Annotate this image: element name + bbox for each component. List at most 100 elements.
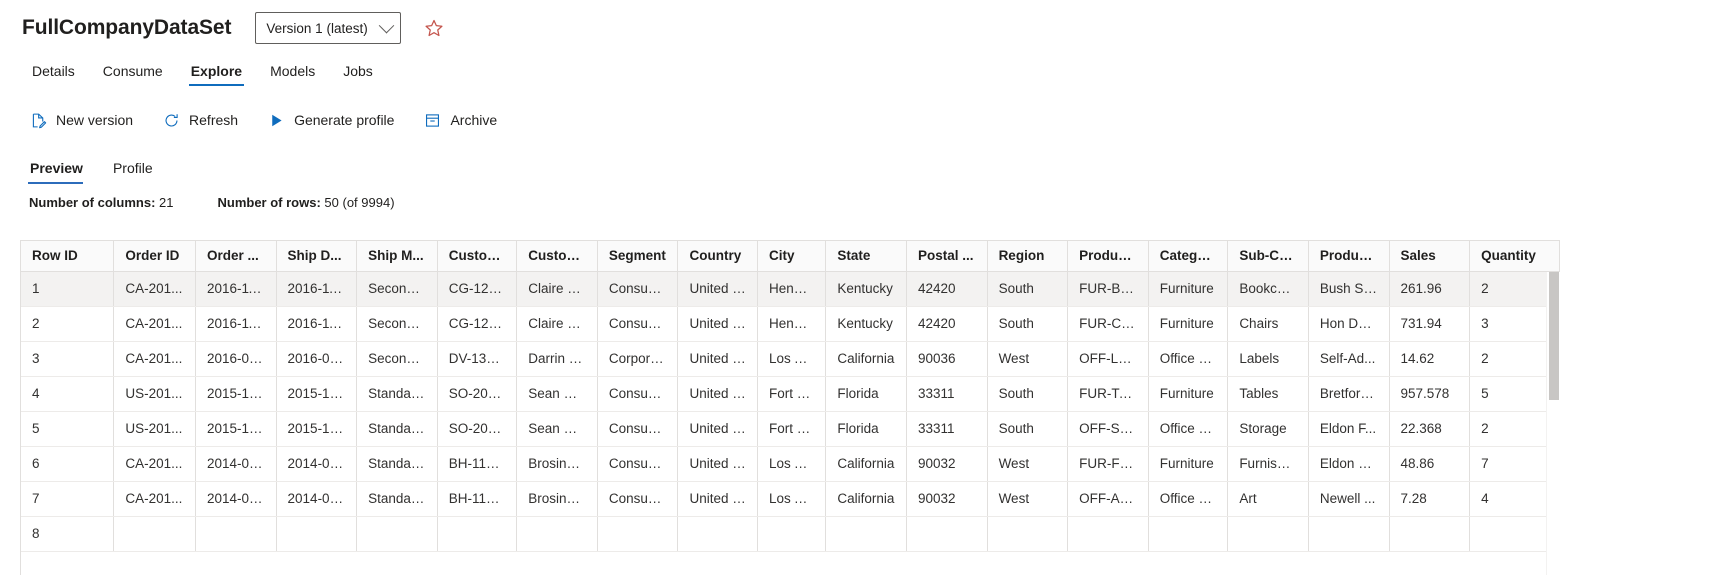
column-header[interactable]: Postal ... [906, 241, 988, 272]
table-cell: Los Ang... [757, 446, 827, 482]
table-cell: Storage [1227, 411, 1309, 447]
table-cell: Claire G... [516, 306, 598, 342]
table-cell [1067, 516, 1149, 552]
data-preview-grid[interactable]: Row ID Order ID Order ... Ship D... Ship M..… [20, 240, 1560, 575]
table-cell: 4 [21, 376, 115, 412]
table-cell [1148, 516, 1229, 552]
table-cell: Brosina ... [516, 481, 598, 517]
column-header[interactable]: Segment [597, 241, 679, 272]
table-cell: 2015-10... [195, 411, 277, 447]
refresh-button[interactable]: Refresh [159, 108, 250, 133]
table-cell: Claire G... [516, 271, 598, 307]
table-cell: 2016-11... [276, 271, 358, 307]
column-header[interactable]: Row ID [21, 241, 115, 272]
table-cell: FUR-CH... [1067, 306, 1149, 342]
table-cell: South [987, 411, 1069, 447]
column-header[interactable]: Sub-Ca... [1227, 241, 1309, 272]
table-cell: 42420 [906, 306, 988, 342]
column-header[interactable]: Produc... [1067, 241, 1149, 272]
column-header[interactable]: Category [1148, 241, 1229, 272]
table-cell: CG-12520 [437, 271, 518, 307]
dataset-explore-page: FullCompanyDataSet Version 1 (latest) De… [0, 0, 1718, 575]
generate-profile-button[interactable]: Generate profile [264, 108, 406, 133]
table-cell: Bookcas... [1227, 271, 1309, 307]
table-cell: Labels [1227, 341, 1309, 377]
table-cell: Standar... [356, 411, 438, 447]
table-cell: FUR-FU-... [1067, 446, 1149, 482]
table-cell: Second ... [356, 306, 438, 342]
archive-label: Archive [450, 112, 498, 128]
table-body: 1 CA-201... 2016-11... 2016-11... Second ...… [21, 271, 1560, 552]
table-cell: Kentucky [825, 271, 907, 307]
table-cell [1389, 516, 1471, 552]
main-tabs: Details Consume Explore Models Jobs [0, 54, 1718, 86]
table-cell: 261.96 [1389, 271, 1471, 307]
refresh-icon [163, 112, 180, 129]
table-row[interactable]: 5 US-201... 2015-10... 2015-10... Standar...… [21, 411, 1560, 447]
table-row[interactable]: 2 CA-201... 2016-11... 2016-11... Second ...… [21, 306, 1560, 342]
column-header[interactable]: Order ... [195, 241, 277, 272]
table-cell: Los Ang... [757, 341, 827, 377]
table-cell: Consumer [597, 306, 679, 342]
table-cell: Henders... [757, 271, 827, 307]
table-row[interactable]: 1 CA-201... 2016-11... 2016-11... Second ...… [21, 271, 1560, 307]
table-cell: United S... [677, 341, 759, 377]
column-header[interactable]: City [757, 241, 827, 272]
table-cell: CA-201... [113, 446, 196, 482]
table-cell: California [825, 481, 907, 517]
column-count-label: Number of columns: [29, 195, 156, 210]
tab-consume[interactable]: Consume [89, 63, 177, 86]
table-cell: Fort Lau... [757, 376, 827, 412]
table-row[interactable]: 3 CA-201... 2016-06... 2016-06... Second ...… [21, 341, 1560, 377]
tab-models[interactable]: Models [256, 63, 329, 86]
column-header[interactable]: State [825, 241, 907, 272]
table-cell: 2014-06... [195, 481, 277, 517]
column-header[interactable]: Quantity [1469, 241, 1560, 272]
table-cell: Second ... [356, 271, 438, 307]
table-cell: Standar... [356, 376, 438, 412]
table-cell [437, 516, 518, 552]
table-cell: Henders... [757, 306, 827, 342]
archive-button[interactable]: Archive [420, 108, 509, 133]
table-row[interactable]: 7 CA-201... 2014-06... 2014-06... Standar...… [21, 481, 1560, 517]
table-cell: 8 [21, 516, 115, 552]
tab-details[interactable]: Details [22, 63, 89, 86]
table-cell [987, 516, 1069, 552]
table-cell: 731.94 [1389, 306, 1471, 342]
table-cell: 957.578 [1389, 376, 1471, 412]
table-cell: CA-201... [113, 271, 196, 307]
table-row[interactable]: 6 CA-201... 2014-06... 2014-06... Standar...… [21, 446, 1560, 482]
vertical-scrollbar[interactable] [1546, 272, 1560, 575]
column-header[interactable]: Country [677, 241, 759, 272]
tab-jobs[interactable]: Jobs [329, 63, 387, 86]
table-row[interactable]: 4 US-201... 2015-10... 2015-10... Standar...… [21, 376, 1560, 412]
table-cell: BH-11710 [437, 481, 518, 517]
table-cell: CA-201... [113, 306, 196, 342]
column-header[interactable]: Sales [1389, 241, 1471, 272]
tab-jobs-label: Jobs [343, 63, 373, 79]
column-header[interactable]: Custom... [516, 241, 598, 272]
sub-tab-profile[interactable]: Profile [111, 160, 165, 184]
table-cell: 2016-11... [195, 306, 277, 342]
table-cell: Brosina ... [516, 446, 598, 482]
archive-icon [424, 112, 441, 129]
table-cell: FUR-TA-... [1067, 376, 1149, 412]
column-header[interactable]: Ship M... [356, 241, 438, 272]
sub-tab-preview[interactable]: Preview [28, 160, 95, 184]
column-header[interactable]: Region [987, 241, 1069, 272]
table-row[interactable]: 8 [21, 516, 1560, 552]
tab-explore[interactable]: Explore [177, 63, 256, 86]
table-cell: CG-12520 [437, 306, 518, 342]
column-header[interactable]: Produc... [1308, 241, 1390, 272]
column-header[interactable]: Custom... [437, 241, 518, 272]
column-header[interactable]: Order ID [113, 241, 196, 272]
star-icon[interactable] [423, 17, 445, 39]
vertical-scrollbar-thumb[interactable] [1549, 272, 1559, 400]
new-version-button[interactable]: New version [26, 108, 145, 133]
version-dropdown[interactable]: Version 1 (latest) [255, 12, 402, 44]
table-cell: US-201... [113, 376, 196, 412]
column-header[interactable]: Ship D... [276, 241, 358, 272]
table-cell [356, 516, 438, 552]
sub-tabs: Preview Profile [0, 154, 1718, 184]
table-cell [906, 516, 988, 552]
